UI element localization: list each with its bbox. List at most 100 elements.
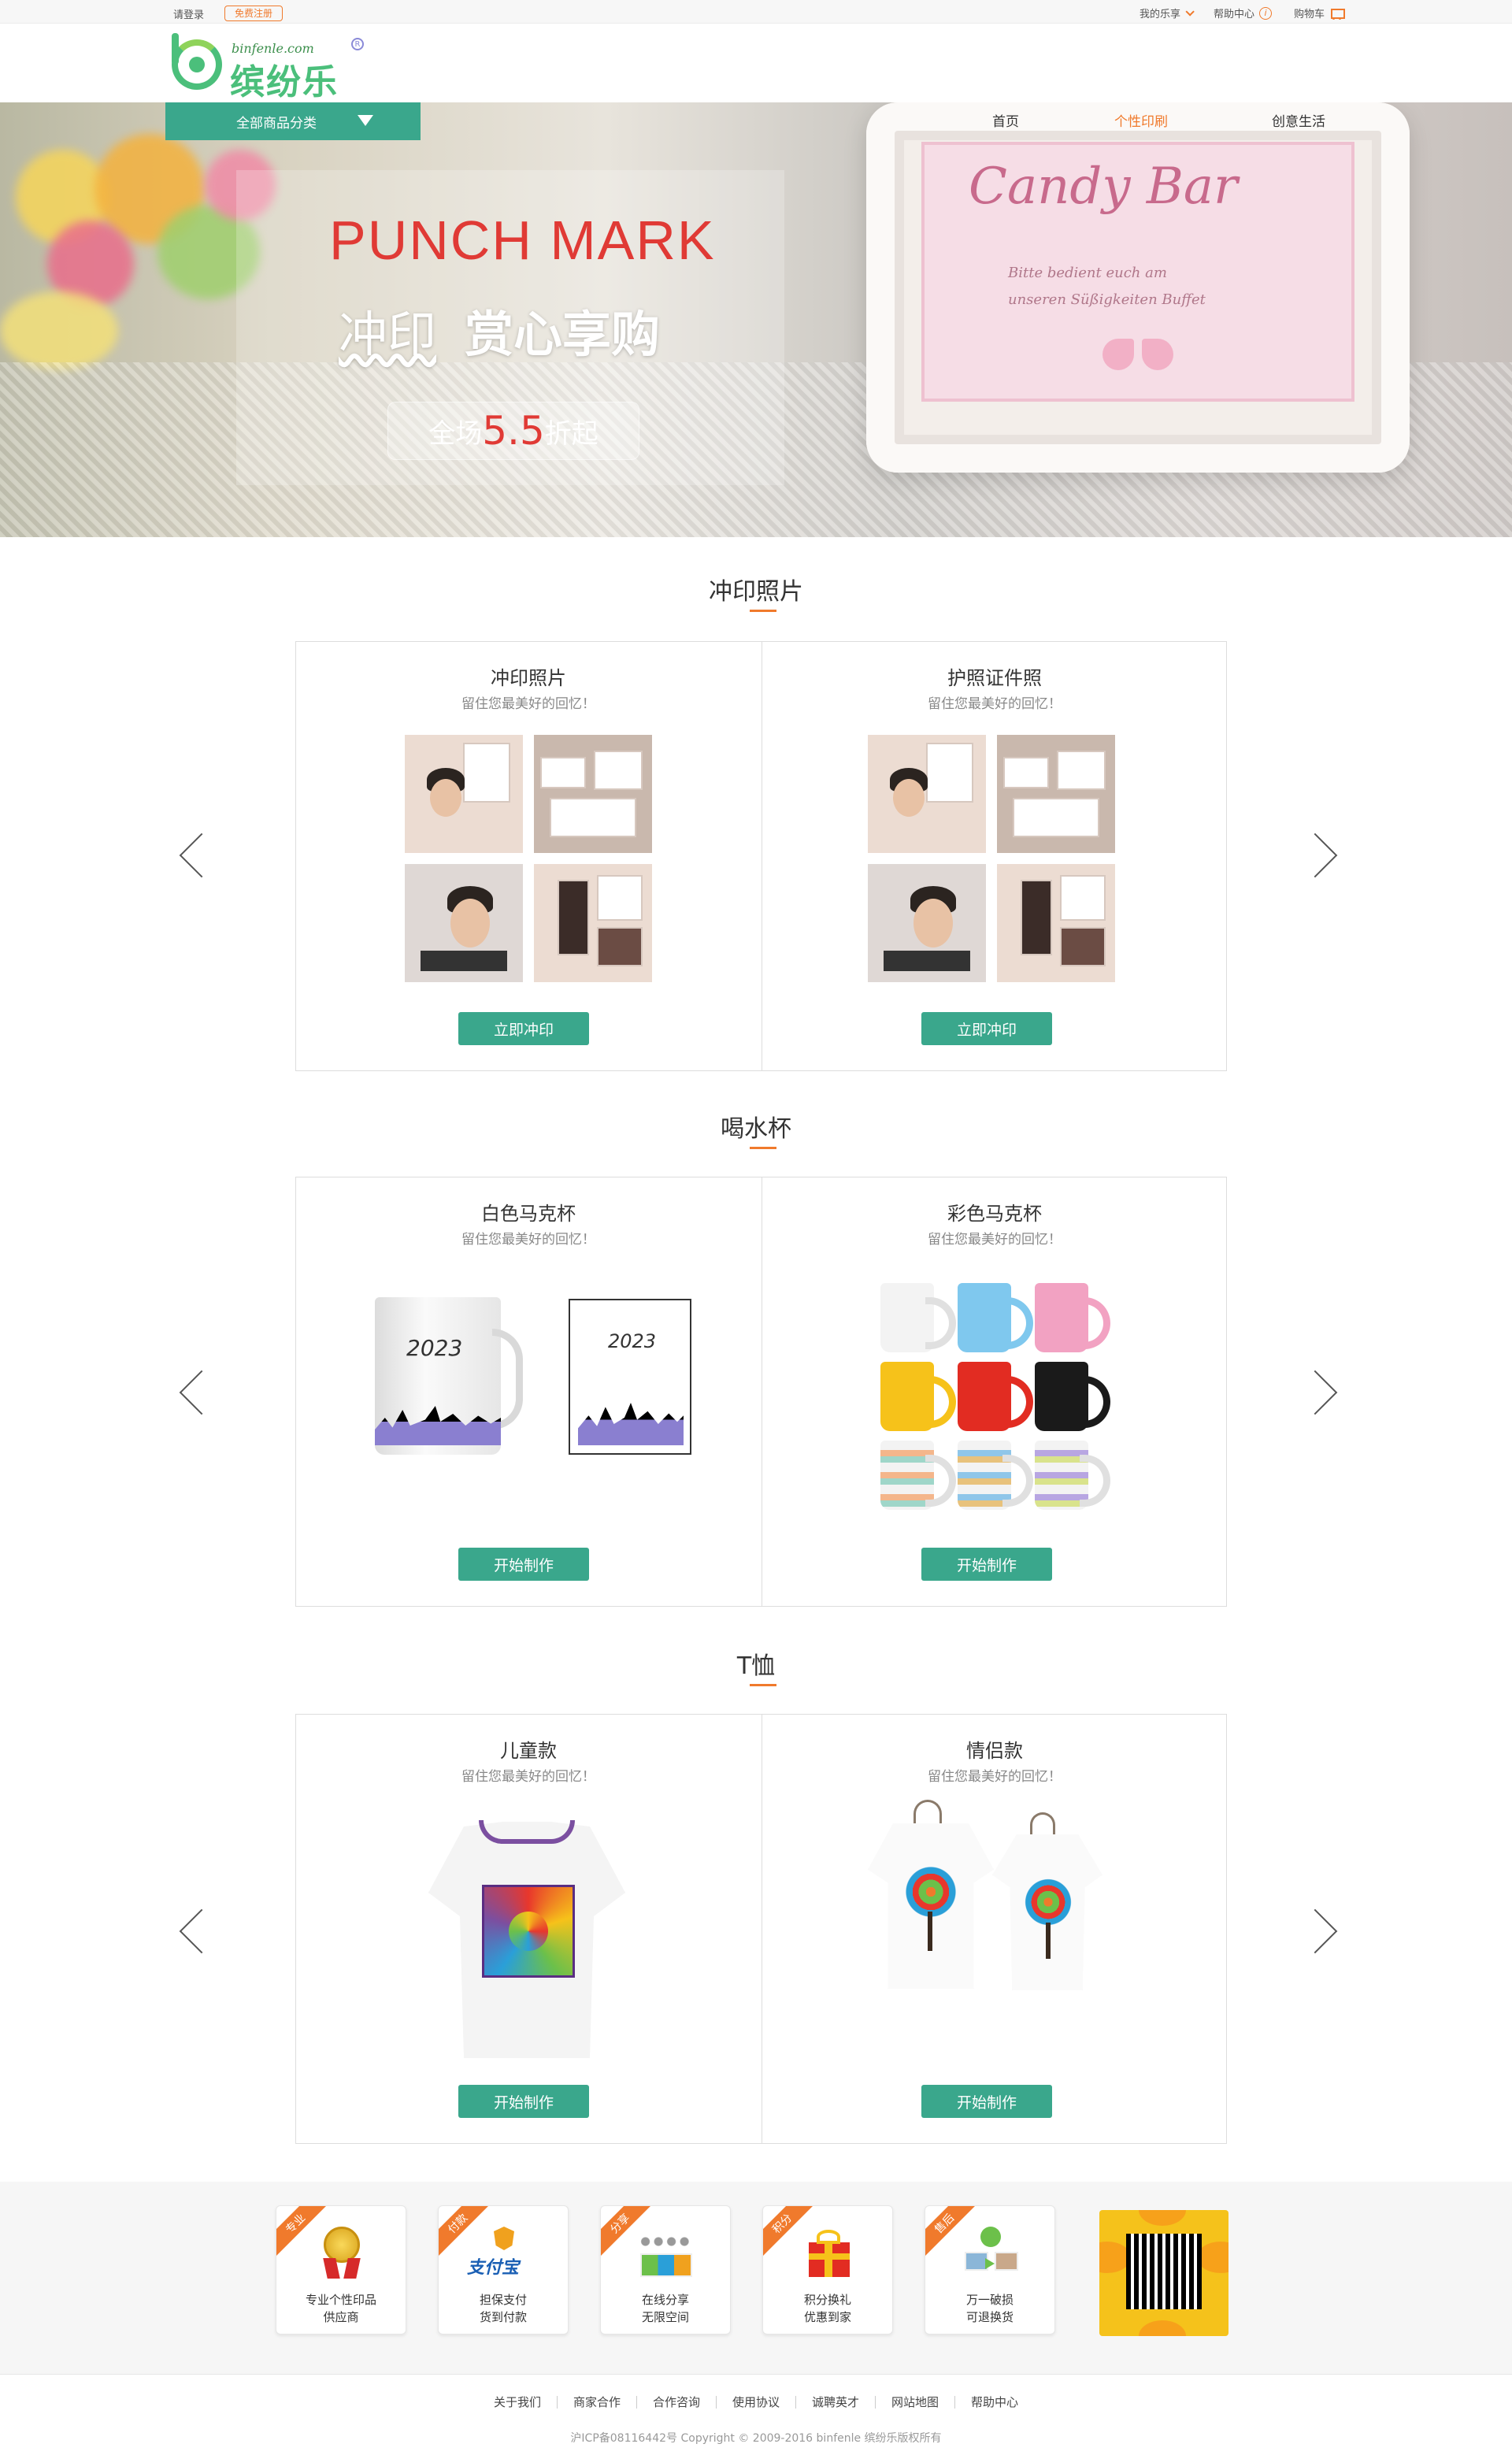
info-icon: i: [1258, 6, 1272, 20]
feature-line-2: 可退换货: [965, 2310, 1014, 2324]
footer-link-consult[interactable]: 合作咨询: [637, 2396, 717, 2409]
help-center-link[interactable]: 帮助中心 i: [1214, 6, 1272, 20]
login-link[interactable]: 请登录: [173, 6, 204, 21]
frame-small-text: Bitte bedient euch am unseren Süßigkeite…: [1008, 260, 1206, 313]
section-underline: [750, 610, 776, 612]
product-title: 彩色马克杯: [947, 1203, 1042, 1225]
start-making-button[interactable]: 开始制作: [921, 1548, 1052, 1581]
feature-card-payment[interactable]: 付款 支付宝 担保支付 货到付款: [438, 2205, 569, 2334]
start-making-button[interactable]: 开始制作: [458, 2085, 589, 2118]
header: binfenle.com 缤纷乐 R: [0, 24, 1512, 102]
promo-suffix: 折起: [544, 417, 598, 450]
copyright: 沪ICP备08116442号 Copyright © 2009-2016 bin…: [570, 2432, 942, 2445]
frame-small-line-2: unseren Süßigkeiten Buffet: [1008, 291, 1206, 308]
qr-code-image[interactable]: [1099, 2210, 1228, 2336]
feature-card-professional[interactable]: 专业 专业个性印品 供应商: [276, 2205, 406, 2334]
feature-line-1: 积分换礼: [803, 2293, 851, 2307]
carousel-next-arrow-icon[interactable]: [1292, 833, 1338, 878]
section-title-photo: 冲印照片: [709, 578, 803, 606]
print-now-button[interactable]: 立即冲印: [921, 1012, 1052, 1045]
section-title-mugs: 喝水杯: [721, 1115, 791, 1143]
sunflower-petal: [1139, 2320, 1186, 2336]
carousel-prev-arrow-icon[interactable]: [179, 1908, 224, 1954]
alipay-icon: 支付宝: [467, 2227, 530, 2279]
sunflower-petal: [1197, 2242, 1228, 2273]
feature-line-1: 专业个性印品: [305, 2293, 376, 2307]
feature-line-2: 无限空间: [641, 2310, 689, 2324]
promo-sub-b: 赏心享购: [465, 306, 661, 363]
footer: 关于我们 商家合作 合作咨询 使用协议 诚聘英才 网站地图 帮助中心 沪ICP备081164…: [0, 2374, 1512, 2455]
registered-mark-icon: R: [351, 38, 364, 50]
product-title: 儿童款: [500, 1740, 557, 1762]
frame-small-line-1: Bitte bedient euch am: [1008, 265, 1167, 281]
product-subtitle: 留住您最美好的回忆！: [928, 1769, 1062, 1785]
category-label: 全部商品分类: [236, 115, 317, 132]
candy-blur: [0, 291, 118, 370]
return-icon: [965, 2227, 1018, 2279]
nav-item-creative-life[interactable]: 创意生活: [1272, 110, 1366, 130]
product-title: 护照证件照: [947, 667, 1042, 689]
footer-link-help[interactable]: 帮助中心: [955, 2396, 1034, 2409]
section-underline: [750, 1147, 776, 1149]
register-button[interactable]: 免费注册: [224, 6, 284, 21]
product-card[interactable]: 冲印照片 留住您最美好的回忆！ 立即冲印: [296, 642, 761, 1070]
photo-thumb: [534, 864, 652, 982]
feature-card-share[interactable]: 分享 在线分享 无限空间: [600, 2205, 731, 2334]
photo-thumb: [868, 864, 986, 982]
section-title-tshirts: T恤: [736, 1652, 776, 1680]
my-account-label: 我的乐享: [1139, 9, 1180, 20]
feature-line-1: 万一破损: [965, 2293, 1014, 2307]
product-card[interactable]: 情侣款 留住您最美好的回忆！ 开始制作: [762, 1715, 1227, 2143]
triangle-down-icon: [358, 115, 373, 126]
product-card[interactable]: 护照证件照 留住您最美好的回忆！ 立即冲印: [762, 642, 1227, 1070]
medal-icon: [316, 2227, 368, 2279]
carousel-prev-arrow-icon[interactable]: [179, 1370, 224, 1415]
hero-banner[interactable]: Candy Bar Bitte bedient euch am unseren …: [0, 102, 1512, 537]
footer-link-careers[interactable]: 诚聘英才: [796, 2396, 876, 2409]
start-making-button[interactable]: 开始制作: [921, 2085, 1052, 2118]
product-subtitle: 留住您最美好的回忆！: [461, 1232, 595, 1248]
footer-link-business[interactable]: 商家合作: [558, 2396, 637, 2409]
footer-link-about[interactable]: 关于我们: [478, 2396, 558, 2409]
photo-thumb: [997, 864, 1115, 982]
product-subtitle: 留住您最美好的回忆！: [928, 696, 1062, 712]
share-people-icon: [640, 2227, 692, 2279]
logo-text: 缤纷乐: [230, 62, 339, 102]
promo-title: PUNCH MARK: [329, 210, 716, 271]
footer-link-sitemap[interactable]: 网站地图: [876, 2396, 956, 2409]
carousel-next-arrow-icon[interactable]: [1292, 1370, 1338, 1415]
product-panel-mugs: 白色马克杯 留住您最美好的回忆！ 2023 2023 开始制作 彩色马克杯 留住…: [295, 1177, 1227, 1607]
promo-discount-pill[interactable]: 全场 5.5 折起: [387, 402, 639, 460]
footer-link-terms[interactable]: 使用协议: [717, 2396, 796, 2409]
promo-sub-a: 冲印: [339, 306, 437, 363]
gift-icon: [802, 2227, 854, 2279]
section-underline: [750, 1684, 776, 1686]
help-label: 帮助中心: [1213, 9, 1254, 20]
cart-link[interactable]: 购物车: [1294, 6, 1345, 20]
photo-frame-image: Candy Bar Bitte bedient euch am unseren …: [866, 102, 1410, 473]
product-card[interactable]: 儿童款 留住您最美好的回忆！ 开始制作: [296, 1715, 761, 2143]
site-logo[interactable]: binfenle.com 缤纷乐 R: [172, 33, 369, 102]
photo-thumb: [405, 864, 523, 982]
mug-print-text: 2023: [608, 1330, 657, 1352]
start-making-button[interactable]: 开始制作: [458, 1548, 589, 1581]
category-menu-button[interactable]: 全部商品分类: [165, 102, 421, 140]
sunflower-petal: [1139, 2210, 1186, 2226]
photo-thumb: [534, 735, 652, 853]
carousel-prev-arrow-icon[interactable]: [179, 833, 224, 878]
carousel-next-arrow-icon[interactable]: [1292, 1908, 1338, 1954]
product-card[interactable]: 白色马克杯 留住您最美好的回忆！ 2023 2023 开始制作: [296, 1177, 761, 1606]
my-account-menu[interactable]: 我的乐享: [1139, 6, 1195, 20]
feature-card-after-sale[interactable]: 售后 万一破损 可退换货: [925, 2205, 1055, 2334]
product-panel-tshirts: 儿童款 留住您最美好的回忆！ 开始制作 情侣款 留住您最美好的回忆！ 开始制作: [295, 1714, 1227, 2144]
product-subtitle: 留住您最美好的回忆！: [928, 1232, 1062, 1248]
features-strip: 专业 专业个性印品 供应商 付款 支付宝 担保支付 货到付款 分享 在线分享 无…: [0, 2182, 1512, 2374]
nav-item-printing[interactable]: 个性印刷: [988, 110, 1272, 130]
print-now-button[interactable]: 立即冲印: [458, 1012, 589, 1045]
top-bar: 请登录 免费注册 我的乐享 帮助中心 i 购物车: [0, 0, 1512, 24]
product-card[interactable]: 彩色马克杯 留住您最美好的回忆！ 开始制作: [762, 1177, 1227, 1606]
feature-line-2: 优惠到家: [803, 2310, 851, 2324]
feature-card-points[interactable]: 积分 积分换礼 优惠到家: [762, 2205, 893, 2334]
photo-thumb: [405, 735, 523, 853]
photo-thumb: [997, 735, 1115, 853]
